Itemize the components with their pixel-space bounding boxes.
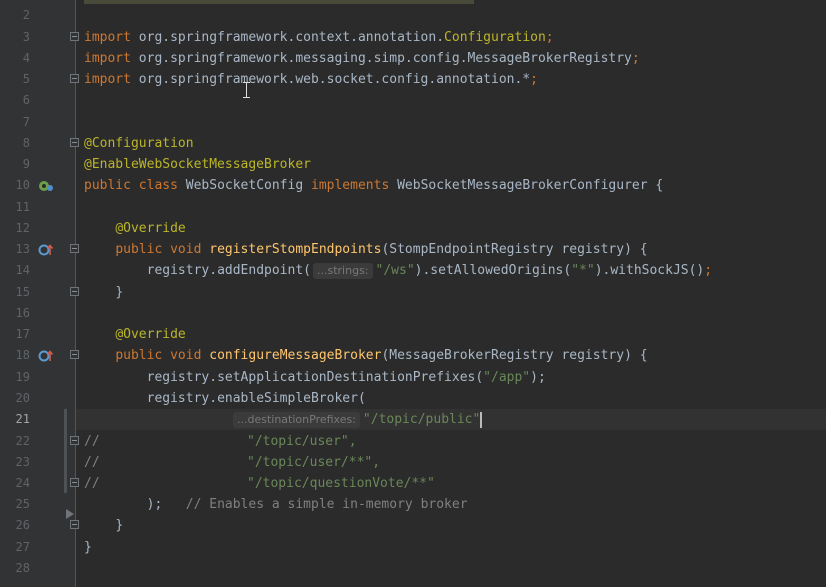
line-number[interactable]: 14: [0, 260, 30, 281]
code-line-27[interactable]: }: [76, 537, 826, 558]
code-editor[interactable]: import org.springframework.context.annot…: [76, 0, 826, 587]
fold-toggle-icon[interactable]: [70, 138, 79, 147]
code-line-19[interactable]: registry.setApplicationDestinationPrefix…: [76, 367, 826, 388]
line-number[interactable]: 4: [0, 48, 30, 69]
code-line-5[interactable]: import org.springframework.web.socket.co…: [76, 69, 826, 90]
fold-toggle-icon[interactable]: [70, 436, 79, 445]
code-line-15[interactable]: }: [76, 282, 826, 303]
line-number[interactable]: 18: [0, 345, 30, 366]
line-number[interactable]: 12: [0, 218, 30, 239]
fold-toggle-icon[interactable]: [70, 32, 79, 41]
line-number[interactable]: 8: [0, 133, 30, 154]
code-line-24[interactable]: //"/topic/questionVote/**": [76, 473, 826, 494]
code-line-23[interactable]: //"/topic/user/**",: [76, 452, 826, 473]
fold-toggle-icon[interactable]: [70, 478, 79, 487]
code-line-26[interactable]: }: [76, 515, 826, 536]
code-line-14[interactable]: registry.addEndpoint(...strings: "/ws").s…: [76, 260, 826, 281]
line-number[interactable]: 16: [0, 303, 30, 324]
text-cursor-icon: [243, 82, 250, 98]
line-number[interactable]: 23: [0, 452, 30, 473]
override-method-icon[interactable]: [38, 349, 54, 363]
code-line-21[interactable]: ...destinationPrefixes: "/topic/public": [76, 409, 826, 430]
parameter-hint: ...destinationPrefixes:: [233, 412, 360, 428]
code-line-20[interactable]: registry.enableSimpleBroker(: [76, 388, 826, 409]
parameter-hint: ...strings:: [313, 263, 373, 279]
line-number[interactable]: 19: [0, 367, 30, 388]
line-number[interactable]: 11: [0, 197, 30, 218]
line-number[interactable]: 9: [0, 154, 30, 175]
code-line-3[interactable]: import org.springframework.context.annot…: [76, 27, 826, 48]
line-number[interactable]: 21: [0, 409, 30, 430]
line-number[interactable]: 27: [0, 537, 30, 558]
line-number[interactable]: 7: [0, 112, 30, 133]
breakpoint-arrow-icon[interactable]: [66, 509, 74, 519]
code-line-22[interactable]: //"/topic/user",: [76, 431, 826, 452]
code-line-4[interactable]: import org.springframework.messaging.sim…: [76, 48, 826, 69]
line-number[interactable]: 13: [0, 239, 30, 260]
line-number[interactable]: 2: [0, 5, 30, 26]
code-line-18[interactable]: public void configureMessageBroker(Messa…: [76, 345, 826, 366]
fold-toggle-icon[interactable]: [70, 74, 79, 83]
code-line-25[interactable]: ); // Enables a simple in-memory broker: [76, 494, 826, 515]
line-number[interactable]: 6: [0, 90, 30, 111]
line-number[interactable]: 3: [0, 27, 30, 48]
fold-toggle-icon[interactable]: [70, 350, 79, 359]
code-line-8[interactable]: @Configuration: [76, 133, 826, 154]
line-number[interactable]: 20: [0, 388, 30, 409]
vcs-change-marker[interactable]: [64, 409, 67, 493]
line-number[interactable]: 28: [0, 558, 30, 579]
code-line-9[interactable]: @EnableWebSocketMessageBroker: [76, 154, 826, 175]
line-number[interactable]: 17: [0, 324, 30, 345]
line-number[interactable]: 25: [0, 494, 30, 515]
code-line-12[interactable]: @Override: [76, 218, 826, 239]
fold-toggle-icon[interactable]: [70, 287, 79, 296]
code-line-10[interactable]: public class WebSocketConfig implements …: [76, 175, 826, 196]
line-number[interactable]: 15: [0, 282, 30, 303]
line-number[interactable]: 22: [0, 431, 30, 452]
code-line-13[interactable]: public void registerStompEndpoints(Stomp…: [76, 239, 826, 260]
line-number[interactable]: 5: [0, 69, 30, 90]
fold-toggle-icon[interactable]: [70, 244, 79, 253]
text-caret: [480, 411, 483, 428]
fold-toggle-icon[interactable]: [70, 520, 79, 529]
line-number[interactable]: 10: [0, 175, 30, 196]
spring-bean-icon[interactable]: [38, 179, 54, 193]
line-number[interactable]: 26: [0, 515, 30, 536]
code-line-17[interactable]: @Override: [76, 324, 826, 345]
line-number[interactable]: 24: [0, 473, 30, 494]
override-method-icon[interactable]: [38, 243, 54, 257]
